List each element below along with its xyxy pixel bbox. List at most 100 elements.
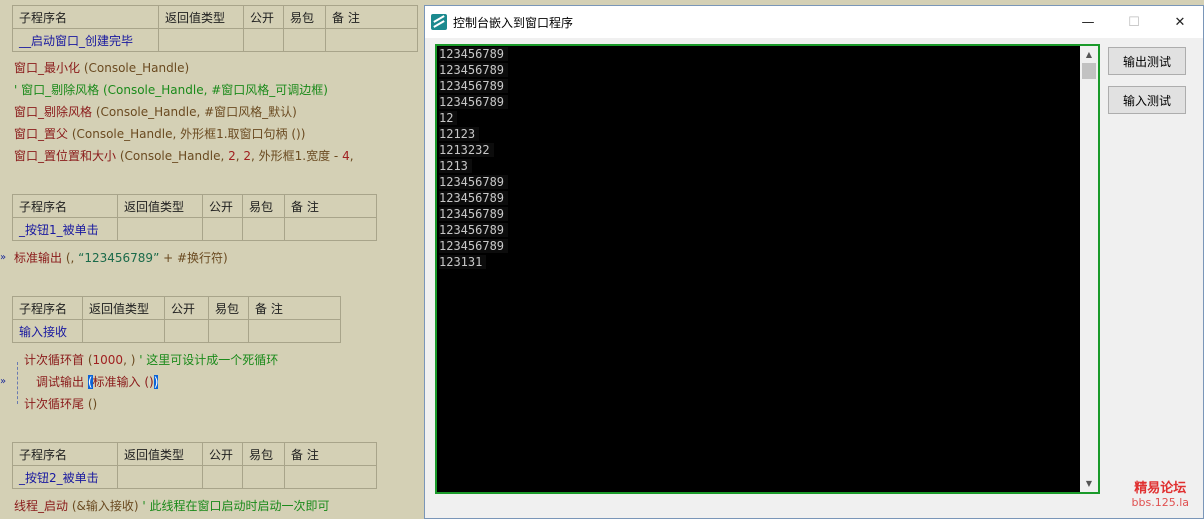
code-line-commented[interactable]: ' 窗口_剔除风格 (Console_Handle, #窗口风格_可调边框) — [14, 80, 328, 100]
console-line: 123456789 — [437, 62, 1080, 78]
header-sub-name: 子程序名 — [12, 442, 118, 466]
scroll-up-icon[interactable]: ▲ — [1080, 46, 1098, 63]
header-easy-pack: 易包 — [242, 442, 285, 466]
easy-pack-cell[interactable] — [242, 217, 285, 241]
console-line-text: 123456789 — [439, 207, 509, 221]
console-line-text: 123456789 — [439, 175, 509, 189]
console-line-text: 123456789 — [439, 223, 509, 237]
public-cell[interactable] — [243, 28, 284, 52]
scroll-down-icon[interactable]: ▼ — [1080, 475, 1098, 492]
sub-name-cell[interactable]: _按钮1_被单击 — [12, 217, 118, 241]
console-line: 123456789 — [437, 46, 1080, 62]
console-line-text: 12 — [439, 111, 458, 125]
sub-name-cell[interactable]: __启动窗口_创建完毕 — [12, 28, 159, 52]
app-icon — [431, 14, 447, 30]
text-selection: ) — [153, 375, 159, 389]
easy-pack-cell[interactable] — [283, 28, 326, 52]
console-line: 123131 — [437, 254, 1080, 270]
public-cell[interactable] — [202, 465, 243, 489]
title-bar[interactable]: 控制台嵌入到窗口程序 — ☐ ✕ — [425, 6, 1203, 38]
remark-cell[interactable] — [284, 217, 377, 241]
code-line[interactable]: 线程_启动 (&输入接收) ' 此线程在窗口启动时启动一次即可 — [14, 496, 330, 516]
console-line-text: 123456789 — [439, 191, 509, 205]
embedded-console-frame: 123456789 123456789 123456789 123456789 12 12… — [435, 44, 1100, 494]
header-easy-pack: 易包 — [208, 296, 249, 320]
console-line: 12123 — [437, 126, 1080, 142]
header-return-type: 返回值类型 — [82, 296, 165, 320]
console-line-text: 123456789 — [439, 79, 509, 93]
console-line: 12 — [437, 110, 1080, 126]
console-line-text: 1213 — [439, 159, 472, 173]
code-line-loop-head[interactable]: 计次循环首 (1000, ) ' 这里可设计成一个死循环 — [24, 350, 278, 370]
public-cell[interactable] — [164, 319, 209, 343]
header-sub-name: 子程序名 — [12, 5, 159, 29]
header-return-type: 返回值类型 — [117, 194, 203, 218]
console-line: 123456789 — [437, 94, 1080, 110]
code-line[interactable]: 窗口_置位置和大小 (Console_Handle, 2, 2, 外形框1.宽度… — [14, 146, 354, 166]
forum-watermark: 精易论坛 bbs.125.la — [1131, 481, 1189, 510]
current-line-marker: » — [0, 252, 7, 263]
header-remark: 备 注 — [325, 5, 418, 29]
console-line-text: 123456789 — [439, 47, 509, 61]
header-easy-pack: 易包 — [242, 194, 285, 218]
console-line: 1213232 — [437, 142, 1080, 158]
close-button[interactable]: ✕ — [1157, 6, 1203, 38]
sub-name-cell[interactable]: 输入接收 — [12, 319, 83, 343]
header-remark: 备 注 — [248, 296, 341, 320]
code-line-loop-tail[interactable]: 计次循环尾 () — [24, 394, 97, 414]
subroutine-table: 子程序名 返回值类型 公开 易包 备 注 _按钮2_被单击 — [12, 442, 377, 489]
header-sub-name: 子程序名 — [12, 296, 83, 320]
code-line[interactable]: 标准输出 (, “123456789” + #换行符) — [14, 248, 228, 268]
sub-name-cell[interactable]: _按钮2_被单击 — [12, 465, 118, 489]
console-line-text: 123131 — [439, 255, 487, 269]
code-line[interactable]: 窗口_剔除风格 (Console_Handle, #窗口风格_默认) — [14, 102, 297, 122]
return-type-cell[interactable] — [82, 319, 165, 343]
code-line[interactable]: 窗口_置父 (Console_Handle, 外形框1.取窗口句柄 ()) — [14, 124, 305, 144]
code-line[interactable]: 调试输出 (标准输入 ()) — [36, 372, 159, 392]
header-public: 公开 — [202, 442, 243, 466]
window-title: 控制台嵌入到窗口程序 — [453, 15, 574, 30]
header-return-type: 返回值类型 — [158, 5, 244, 29]
subroutine-table: 子程序名 返回值类型 公开 易包 备 注 _按钮1_被单击 — [12, 194, 377, 241]
header-sub-name: 子程序名 — [12, 194, 118, 218]
remark-cell[interactable] — [284, 465, 377, 489]
easy-pack-cell[interactable] — [208, 319, 249, 343]
app-window: 控制台嵌入到窗口程序 — ☐ ✕ 123456789 123456789 12345… — [424, 5, 1204, 519]
header-public: 公开 — [202, 194, 243, 218]
easy-pack-cell[interactable] — [242, 465, 285, 489]
header-remark: 备 注 — [284, 442, 377, 466]
header-easy-pack: 易包 — [283, 5, 326, 29]
header-public: 公开 — [164, 296, 209, 320]
header-remark: 备 注 — [284, 194, 377, 218]
minimize-button[interactable]: — — [1065, 6, 1111, 38]
console-line: 123456789 — [437, 190, 1080, 206]
console-line-text: 1213232 — [439, 143, 494, 157]
scroll-thumb[interactable] — [1082, 63, 1096, 79]
subroutine-table: 子程序名 返回值类型 公开 易包 备 注 __启动窗口_创建完毕 — [12, 5, 418, 52]
output-test-button[interactable]: 输出测试 — [1108, 47, 1186, 75]
current-line-marker: » — [0, 376, 7, 387]
remark-cell[interactable] — [325, 28, 418, 52]
console-scrollbar[interactable]: ▲ ▼ — [1080, 46, 1098, 492]
remark-cell[interactable] — [248, 319, 341, 343]
console-line: 123456789 — [437, 78, 1080, 94]
public-cell[interactable] — [202, 217, 243, 241]
code-line[interactable]: 窗口_最小化 (Console_Handle) — [14, 58, 189, 78]
header-return-type: 返回值类型 — [117, 442, 203, 466]
return-type-cell[interactable] — [117, 465, 203, 489]
console-line-text: 123456789 — [439, 95, 509, 109]
maximize-button[interactable]: ☐ — [1111, 6, 1157, 38]
input-test-button[interactable]: 输入测试 — [1108, 86, 1186, 114]
return-type-cell[interactable] — [117, 217, 203, 241]
console-line: 123456789 — [437, 238, 1080, 254]
console-line: 123456789 — [437, 206, 1080, 222]
console-line-text: 123456789 — [439, 239, 509, 253]
console-line-text: 123456789 — [439, 63, 509, 77]
subroutine-table: 子程序名 返回值类型 公开 易包 备 注 输入接收 — [12, 296, 341, 343]
header-public: 公开 — [243, 5, 284, 29]
console-line: 123456789 — [437, 222, 1080, 238]
code-editor[interactable]: 子程序名 返回值类型 公开 易包 备 注 __启动窗口_创建完毕 窗口_最小化 … — [0, 0, 430, 519]
console-output[interactable]: 123456789 123456789 123456789 123456789 12 12… — [437, 46, 1080, 492]
return-type-cell[interactable] — [158, 28, 244, 52]
console-line: 123456789 — [437, 174, 1080, 190]
